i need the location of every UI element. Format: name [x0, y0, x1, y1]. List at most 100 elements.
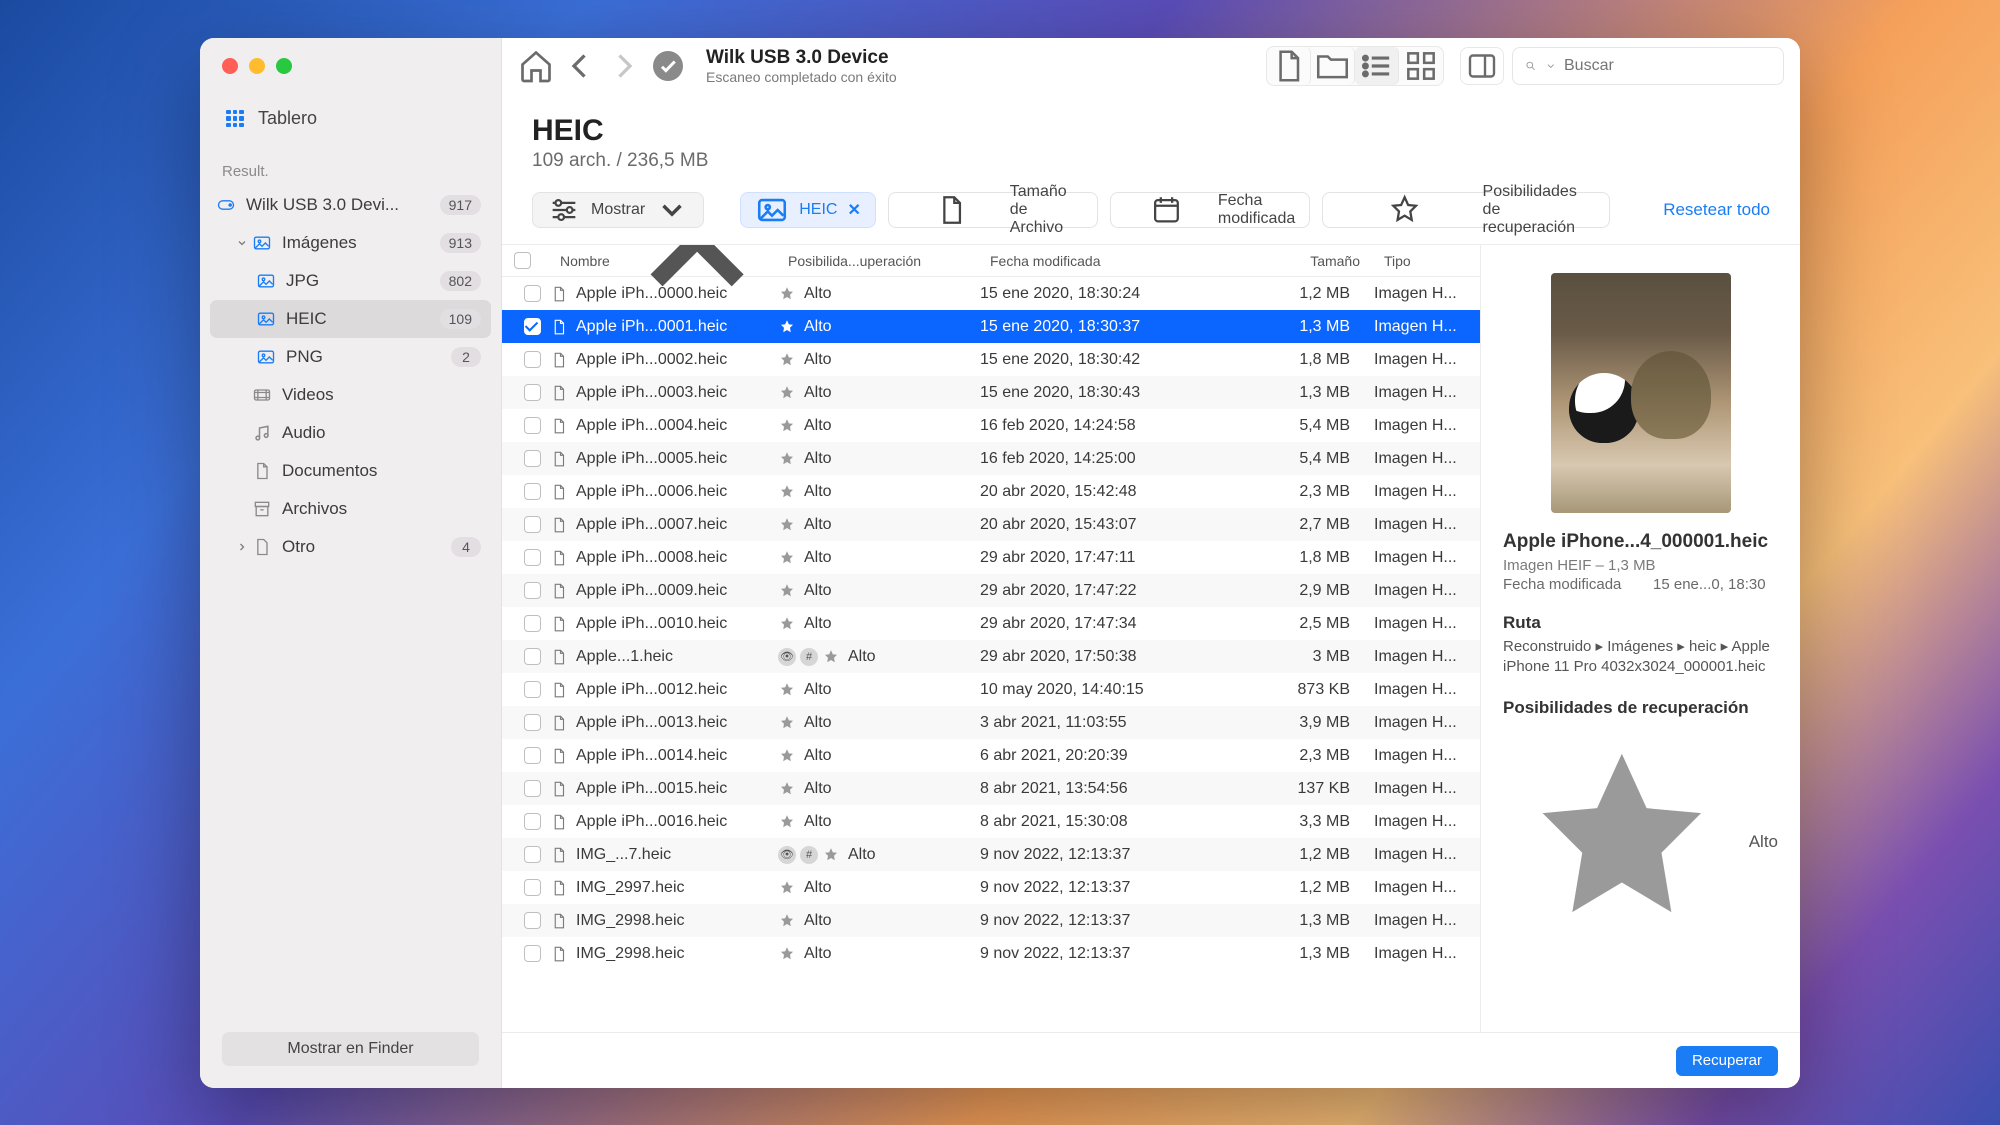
table-row[interactable]: Apple iPh...0002.heicAlto15 ene 2020, 18…	[502, 343, 1480, 376]
row-checkbox[interactable]	[524, 747, 541, 764]
file-date: 20 abr 2020, 15:42:48	[980, 483, 1230, 501]
row-checkbox[interactable]	[524, 681, 541, 698]
row-checkbox[interactable]	[524, 582, 541, 599]
table-row[interactable]: IMG_2998.heicAlto9 nov 2022, 12:13:371,3…	[502, 937, 1480, 970]
file-icon	[550, 945, 568, 963]
file-icon	[550, 813, 568, 831]
heic-filter-chip[interactable]: HEIC ✕	[740, 192, 876, 228]
minimize-icon[interactable]	[249, 58, 265, 74]
row-checkbox[interactable]	[524, 912, 541, 929]
table-row[interactable]: Apple iPh...0007.heicAlto20 abr 2020, 15…	[502, 508, 1480, 541]
star-icon	[1503, 724, 1741, 962]
search-field[interactable]	[1512, 47, 1784, 85]
preview-thumbnail[interactable]	[1551, 273, 1731, 513]
sidebar-item-videos[interactable]: Videos	[210, 376, 491, 414]
home-button[interactable]	[518, 48, 554, 84]
table-row[interactable]: Apple iPh...0016.heicAlto8 abr 2021, 15:…	[502, 805, 1480, 838]
sidebar-item-png[interactable]: PNG2	[210, 338, 491, 376]
table-row[interactable]: Apple iPh...0006.heicAlto20 abr 2020, 15…	[502, 475, 1480, 508]
sidebar-item-wilk-usb-3-0-devi-[interactable]: Wilk USB 3.0 Devi...917	[210, 186, 491, 224]
table-row[interactable]: Apple iPh...0012.heicAlto10 may 2020, 14…	[502, 673, 1480, 706]
close-icon[interactable]: ✕	[847, 200, 860, 220]
row-checkbox[interactable]	[524, 846, 541, 863]
row-checkbox[interactable]	[524, 615, 541, 632]
row-checkbox[interactable]	[524, 714, 541, 731]
view-list-button[interactable]	[1355, 47, 1399, 85]
view-folder-button[interactable]	[1311, 47, 1355, 85]
sidebar-item-archivos[interactable]: Archivos	[210, 490, 491, 528]
table-row[interactable]: Apple iPh...0010.heicAlto29 abr 2020, 17…	[502, 607, 1480, 640]
row-checkbox[interactable]	[524, 384, 541, 401]
zoom-icon[interactable]	[276, 58, 292, 74]
tablero-link[interactable]: Tablero	[200, 94, 501, 147]
row-checkbox[interactable]	[524, 417, 541, 434]
row-checkbox[interactable]	[524, 879, 541, 896]
table-row[interactable]: Apple iPh...0009.heicAlto29 abr 2020, 17…	[502, 574, 1480, 607]
table-row[interactable]: Apple iPh...0004.heicAlto16 feb 2020, 14…	[502, 409, 1480, 442]
col-possibility[interactable]: Posibilida...uperación	[788, 253, 990, 269]
tablero-label: Tablero	[258, 108, 317, 129]
table-body[interactable]: Apple iPh...0000.heicAlto15 ene 2020, 18…	[502, 277, 1480, 1032]
sidebar-item-audio[interactable]: Audio	[210, 414, 491, 452]
sidebar-item-heic[interactable]: HEIC109	[210, 300, 491, 338]
sidebar-item-jpg[interactable]: JPG802	[210, 262, 491, 300]
file-name: Apple iPh...0004.heic	[576, 417, 778, 435]
size-filter-button[interactable]: Tamaño de Archivo	[888, 192, 1098, 228]
table-row[interactable]: Apple iPh...0001.heicAlto15 ene 2020, 18…	[502, 310, 1480, 343]
sidebar-item-label: Videos	[282, 385, 481, 405]
show-filter-button[interactable]: Mostrar	[532, 192, 704, 228]
row-checkbox[interactable]	[524, 483, 541, 500]
star-icon	[778, 450, 796, 468]
back-button[interactable]	[562, 48, 598, 84]
show-in-finder-button[interactable]: Mostrar en Finder	[222, 1032, 479, 1066]
table-row[interactable]: Apple iPh...0003.heicAlto15 ene 2020, 18…	[502, 376, 1480, 409]
reset-filters-button[interactable]: Resetear todo	[1663, 200, 1770, 220]
close-icon[interactable]	[222, 58, 238, 74]
table-row[interactable]: Apple iPh...0008.heicAlto29 abr 2020, 17…	[502, 541, 1480, 574]
row-checkbox[interactable]	[524, 516, 541, 533]
table-row[interactable]: Apple iPh...0013.heicAlto3 abr 2021, 11:…	[502, 706, 1480, 739]
row-checkbox[interactable]	[524, 450, 541, 467]
table-row[interactable]: Apple iPh...0005.heicAlto16 feb 2020, 14…	[502, 442, 1480, 475]
sidebar-item-otro[interactable]: Otro4	[210, 528, 491, 566]
row-checkbox[interactable]	[524, 351, 541, 368]
table-row[interactable]: Apple iPh...0015.heicAlto8 abr 2021, 13:…	[502, 772, 1480, 805]
search-input[interactable]	[1564, 57, 1771, 75]
file-name: Apple iPh...0012.heic	[576, 681, 778, 699]
table-row[interactable]: Apple iPh...0014.heicAlto6 abr 2021, 20:…	[502, 739, 1480, 772]
row-checkbox[interactable]	[524, 549, 541, 566]
table-row[interactable]: Apple...1.heic👁#Alto29 abr 2020, 17:50:3…	[502, 640, 1480, 673]
table-row[interactable]: IMG_2997.heicAlto9 nov 2022, 12:13:371,2…	[502, 871, 1480, 904]
toggle-details-button[interactable]	[1460, 47, 1504, 85]
file-type: Imagen H...	[1362, 384, 1480, 402]
table-row[interactable]: IMG_2998.heicAlto9 nov 2022, 12:13:371,3…	[502, 904, 1480, 937]
file-icon	[550, 351, 568, 369]
select-all-checkbox[interactable]	[514, 252, 531, 269]
table-row[interactable]: IMG_...7.heic👁#Alto9 nov 2022, 12:13:371…	[502, 838, 1480, 871]
sidebar-item-im-genes[interactable]: Imágenes913	[210, 224, 491, 262]
col-size[interactable]: Tamaño	[1240, 253, 1372, 269]
row-checkbox[interactable]	[524, 813, 541, 830]
sidebar-item-label: PNG	[286, 347, 451, 367]
file-date: 10 may 2020, 14:40:15	[980, 681, 1230, 699]
row-checkbox[interactable]	[524, 648, 541, 665]
file-possibility: Alto	[778, 516, 980, 534]
row-checkbox[interactable]	[524, 945, 541, 962]
recovery-filter-button[interactable]: Posibilidades de recuperación	[1322, 192, 1609, 228]
recover-button[interactable]: Recuperar	[1676, 1046, 1778, 1076]
file-type: Imagen H...	[1362, 351, 1480, 369]
forward-button[interactable]	[606, 48, 642, 84]
row-checkbox[interactable]	[524, 318, 541, 335]
file-name: IMG_2997.heic	[576, 879, 778, 897]
file-size: 3,3 MB	[1230, 813, 1362, 831]
archive-icon	[252, 499, 272, 519]
table-row[interactable]: Apple iPh...0000.heicAlto15 ene 2020, 18…	[502, 277, 1480, 310]
sidebar-item-documentos[interactable]: Documentos	[210, 452, 491, 490]
view-grid-button[interactable]	[1399, 47, 1443, 85]
row-checkbox[interactable]	[524, 285, 541, 302]
col-date[interactable]: Fecha modificada	[990, 253, 1240, 269]
view-file-button[interactable]	[1267, 47, 1311, 85]
date-filter-button[interactable]: Fecha modificada	[1110, 192, 1310, 228]
col-type[interactable]: Tipo	[1372, 253, 1480, 269]
row-checkbox[interactable]	[524, 780, 541, 797]
